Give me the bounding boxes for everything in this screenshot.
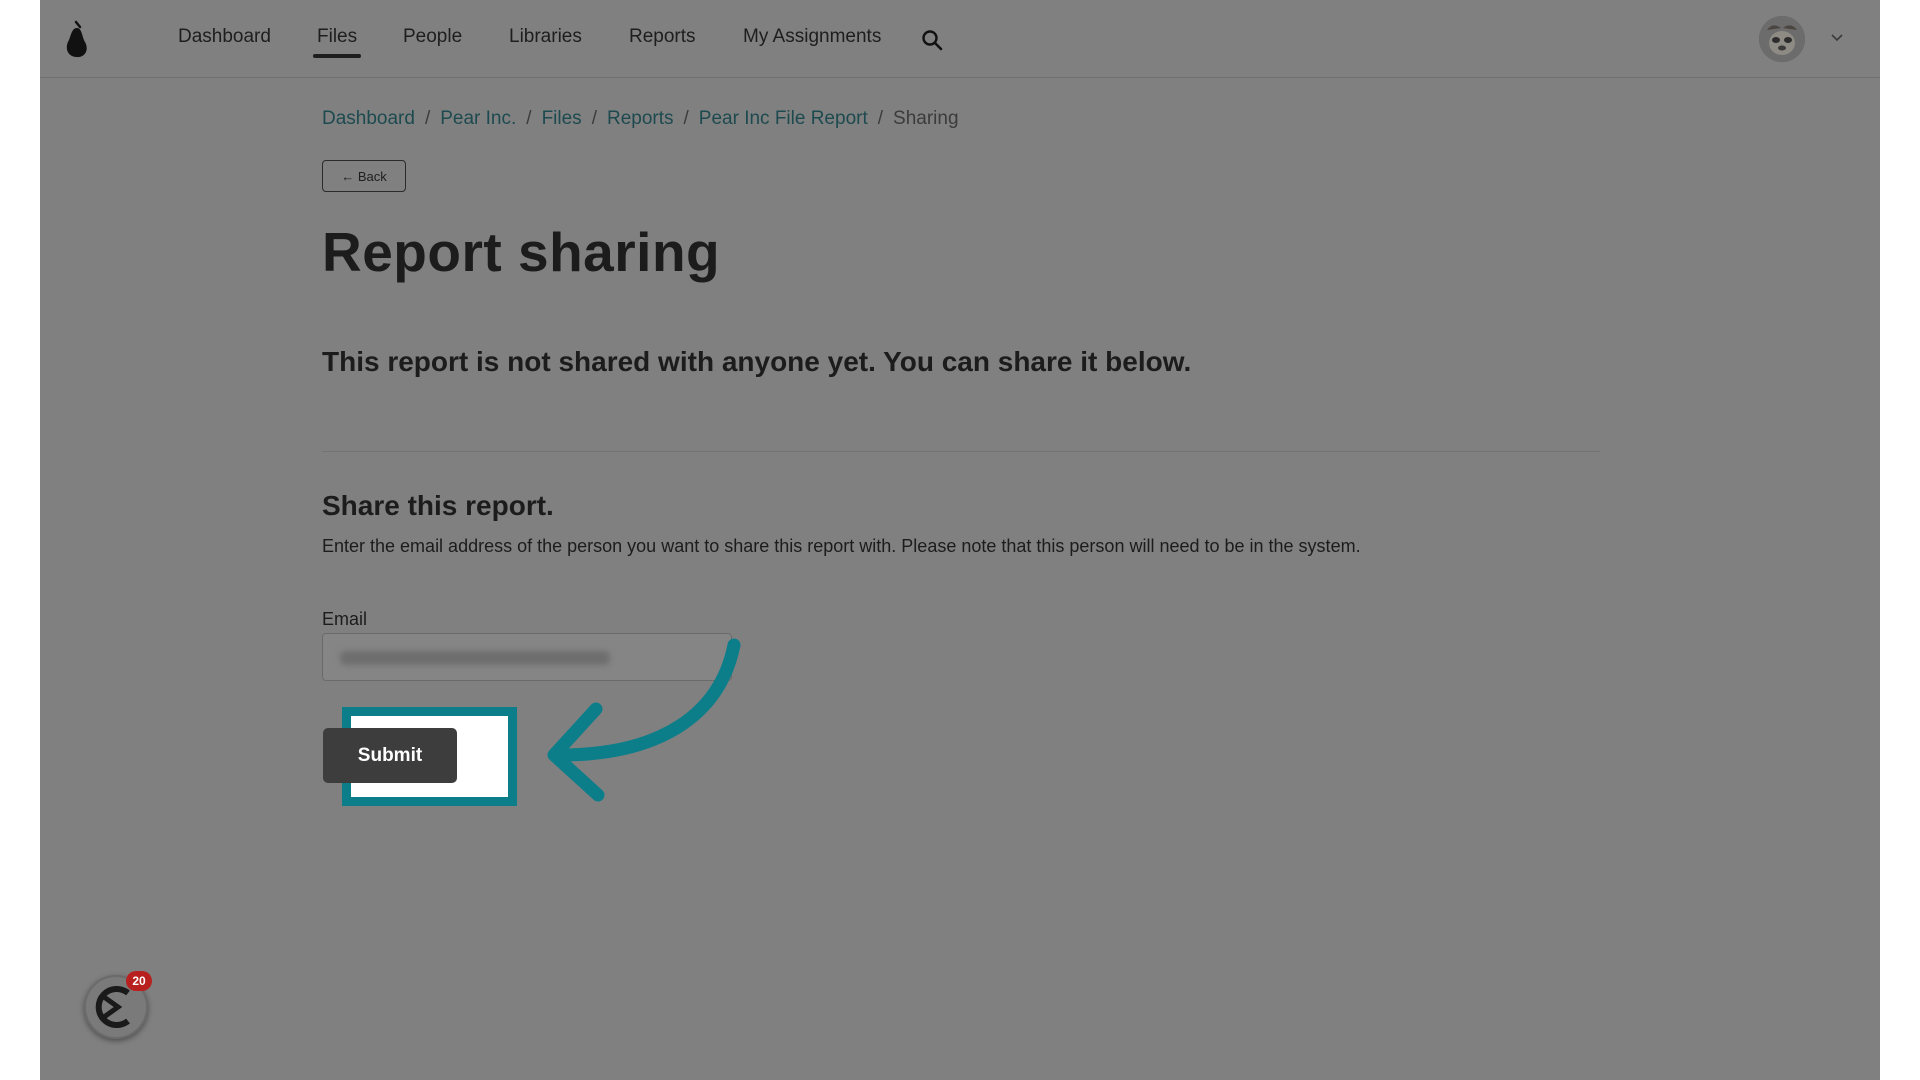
top-navigation: Dashboard Files People Libraries Reports… <box>40 0 1880 78</box>
breadcrumb-separator: / <box>424 108 431 129</box>
page-title: Report sharing <box>322 221 721 283</box>
breadcrumb-dashboard[interactable]: Dashboard <box>322 108 415 129</box>
share-heading: Share this report. <box>322 490 554 521</box>
nav-dashboard[interactable]: Dashboard <box>178 26 271 48</box>
pear-logo-icon[interactable] <box>62 18 92 60</box>
email-label: Email <box>322 609 368 629</box>
breadcrumb-separator: / <box>683 108 689 129</box>
nav-libraries[interactable]: Libraries <box>509 26 582 48</box>
back-button[interactable]: ← Back <box>322 160 406 192</box>
breadcrumb-files[interactable]: Files <box>542 108 582 129</box>
avatar-image-icon <box>1759 16 1805 62</box>
breadcrumb-separator: / <box>591 108 597 129</box>
nav-people[interactable]: People <box>403 26 462 48</box>
breadcrumb-pear-inc-file-report[interactable]: Pear Inc File Report <box>699 108 868 129</box>
section-divider <box>322 451 1600 452</box>
breadcrumb-separator: / <box>526 108 532 129</box>
app-frame: Dashboard Files People Libraries Reports… <box>40 0 1880 1080</box>
nav-my-assignments[interactable]: My Assignments <box>743 26 881 48</box>
breadcrumb-reports[interactable]: Reports <box>607 108 674 129</box>
share-description: Enter the email address of the person yo… <box>322 536 1361 556</box>
breadcrumb-current: Sharing <box>893 108 959 129</box>
search-icon[interactable] <box>920 28 944 52</box>
not-shared-notice: This report is not shared with anyone ye… <box>322 346 1192 377</box>
user-avatar[interactable] <box>1759 16 1805 62</box>
submit-button[interactable]: Submit <box>323 728 457 783</box>
notification-badge: 20 <box>126 971 152 991</box>
breadcrumb-separator: / <box>877 108 884 129</box>
breadcrumb-pear-inc[interactable]: Pear Inc. <box>440 108 516 129</box>
chevron-down-icon[interactable] <box>1830 33 1844 43</box>
nav-reports[interactable]: Reports <box>629 26 696 48</box>
breadcrumb: Dashboard / Pear Inc. / Files / Reports / Pear I… <box>322 108 959 130</box>
curved-arrow-icon <box>547 638 741 802</box>
nav-files[interactable]: Files <box>312 26 362 58</box>
